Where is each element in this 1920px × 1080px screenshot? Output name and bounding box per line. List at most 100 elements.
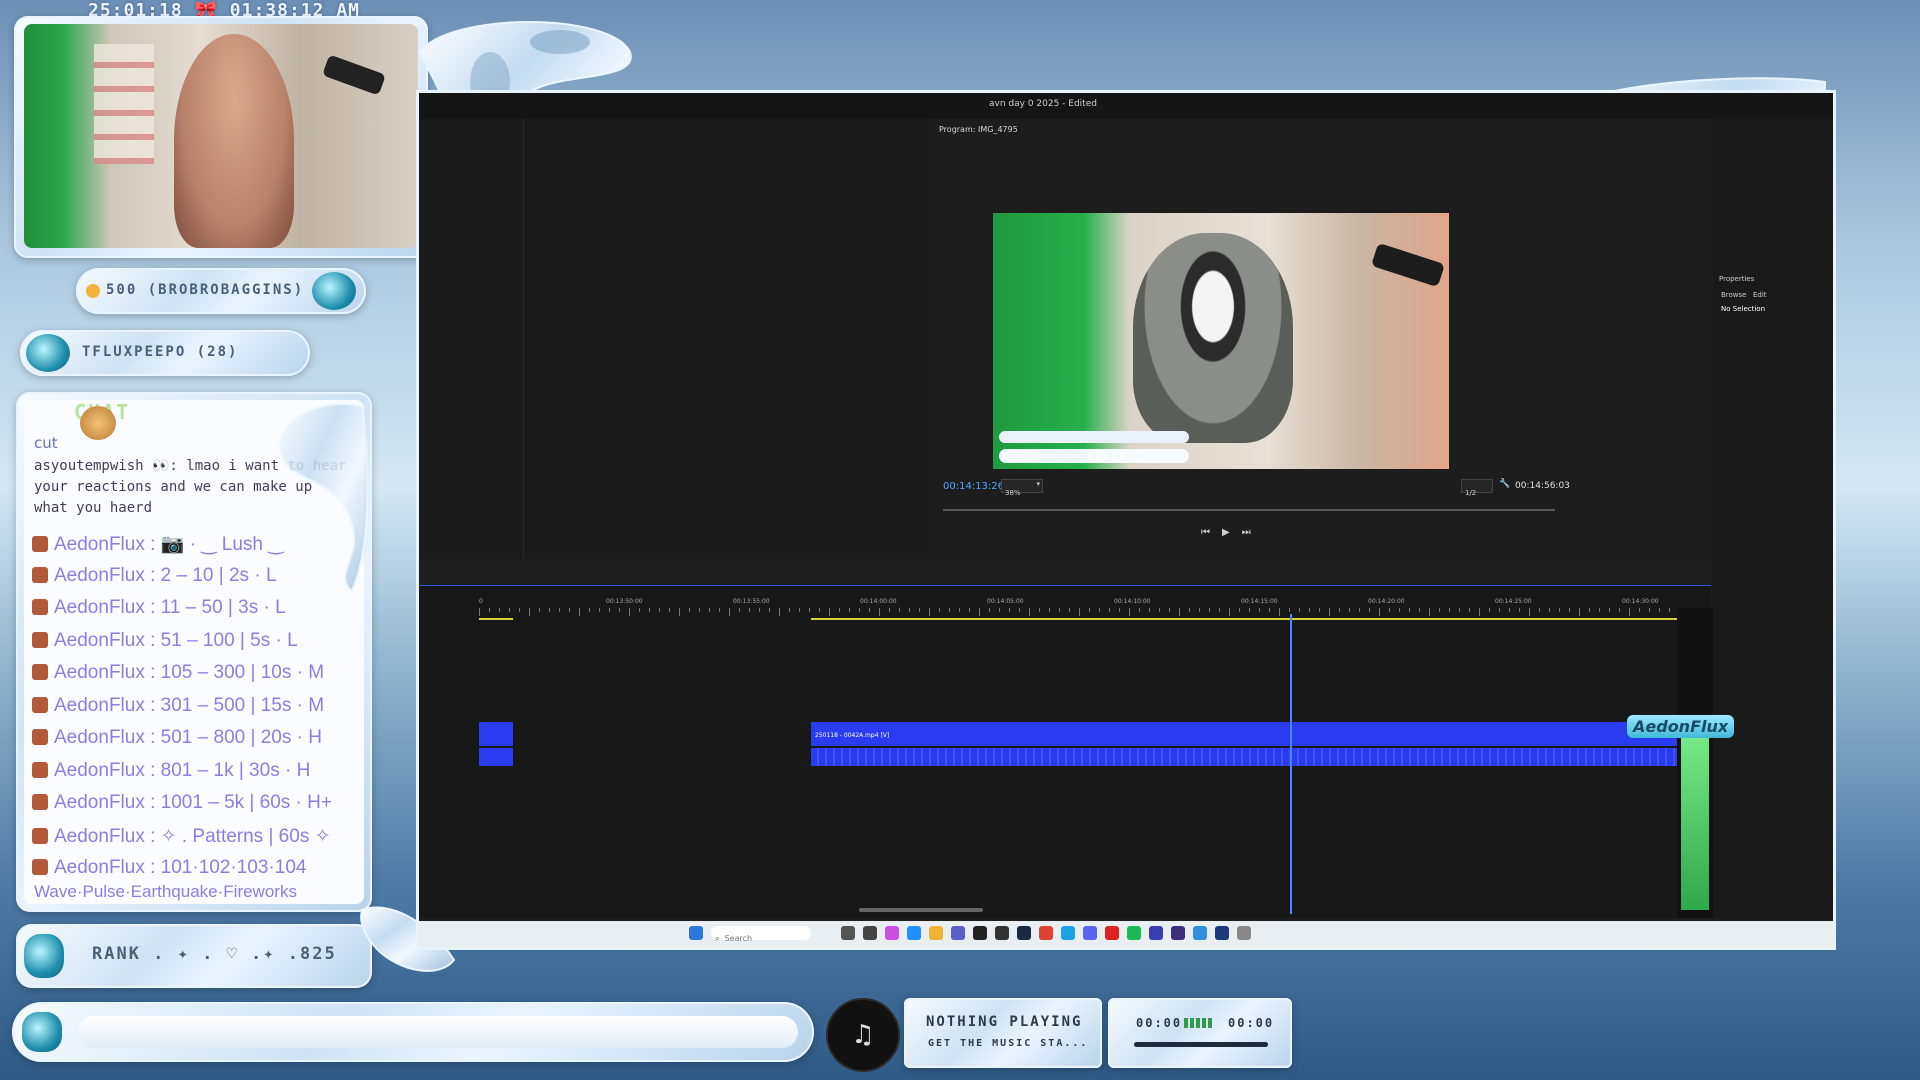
chat-command-line: AedonFlux : 301 – 500 | 15s · M	[32, 695, 324, 717]
audio-clip[interactable]	[479, 748, 513, 766]
opera-icon[interactable]	[1105, 926, 1119, 940]
ruler-tick	[639, 608, 640, 612]
tab-browse[interactable]: Browse	[1721, 291, 1747, 299]
timeline-panel[interactable]: 0 00:13:50:00 00:13:55:00 00:14:00:00 00:14:…	[419, 585, 1711, 918]
meter-fill	[1681, 720, 1709, 910]
ruler-tick	[1019, 608, 1020, 612]
steam-icon[interactable]	[1017, 926, 1031, 940]
chat-command-line: AedonFlux : 📷 · ‿ Lush ‿	[32, 532, 284, 556]
work-area-bar	[479, 618, 513, 620]
work-area-bar	[811, 618, 1689, 620]
zoom-select[interactable]: 38% ▾	[1001, 479, 1043, 497]
remote-icon[interactable]	[1193, 926, 1207, 940]
spotify-icon[interactable]	[1127, 926, 1141, 940]
program-scrubber[interactable]	[943, 509, 1555, 511]
premiere-icon[interactable]	[1149, 926, 1163, 940]
ruler-label: 00:13:50:00	[606, 598, 643, 605]
chat-command-line: AedonFlux : 1001 – 5k | 60s · H+	[32, 792, 332, 814]
chat-command-text: AedonFlux : 301 – 500 | 15s · M	[54, 694, 325, 716]
chat-command-line: AedonFlux : 51 – 100 | 5s · L	[32, 630, 298, 652]
chrome-icon[interactable]	[1039, 926, 1053, 940]
ruler-tick	[1069, 608, 1070, 612]
obs-icon[interactable]	[973, 926, 987, 940]
aftereffects-icon[interactable]	[1171, 926, 1185, 940]
step-back-icon[interactable]: ⏮	[1201, 527, 1222, 538]
ruler-tick	[1169, 608, 1170, 612]
ruler-tick	[569, 608, 570, 612]
ruler-tick	[979, 608, 980, 616]
video-clip[interactable]	[479, 722, 513, 746]
ruler-tick	[709, 608, 710, 612]
wrench-icon[interactable]: 🔧	[1499, 479, 1510, 489]
ruler-tick	[959, 608, 960, 612]
ruler-label: 00:14:20:00	[1368, 598, 1405, 605]
alert-bar-sub: TFLUXPEEPO (28)	[20, 330, 310, 376]
taskview-icon[interactable]	[863, 926, 877, 940]
avatar	[32, 859, 48, 875]
ruler-tick	[1149, 608, 1150, 612]
ps-icon[interactable]	[1215, 926, 1229, 940]
discord-icon[interactable]	[1083, 926, 1097, 940]
ruler-tick	[1129, 608, 1130, 616]
ruler-tick	[799, 608, 800, 612]
ruler-tick	[1389, 608, 1390, 612]
quality-select[interactable]: 1/2	[1461, 479, 1493, 497]
transport-controls: ⏮▶⏭	[1201, 527, 1263, 538]
ruler-label: 00:13:55:00	[733, 598, 770, 605]
audio-clip-main[interactable]	[811, 748, 1689, 766]
program-monitor[interactable]: Program: IMG_4795 00:14:13:26 38% ▾ 1/2 …	[931, 119, 1711, 559]
ruler-tick	[519, 608, 520, 612]
copilot-icon[interactable]	[885, 926, 899, 940]
source-panel[interactable]	[419, 119, 929, 559]
ruler-tick	[529, 608, 530, 616]
ruler-tick	[1619, 608, 1620, 612]
tab-edit[interactable]: Edit	[1753, 291, 1767, 299]
taskbar-search[interactable]: ⌕ Search	[711, 926, 811, 943]
step-forward-icon[interactable]: ⏭	[1242, 527, 1263, 538]
ruler-tick	[649, 608, 650, 612]
timeline-ruler[interactable]: 0 00:13:50:00 00:13:55:00 00:14:00:00 00:14:…	[479, 586, 1689, 618]
ruler-tick	[999, 608, 1000, 612]
chat-wing-decoration	[279, 403, 369, 593]
avatar	[32, 566, 48, 583]
ruler-tick	[1049, 608, 1050, 612]
chat-panel: CHAT cut asyoutempwish 👀: lmao i want to…	[16, 392, 372, 912]
clip-label: 250118 - 0042A.mp4 [V]	[815, 732, 890, 739]
store-icon[interactable]	[907, 926, 921, 940]
ruler-tick	[739, 608, 740, 612]
ruler-tick	[1659, 608, 1660, 612]
ruler-tick	[759, 608, 760, 612]
audio-meter	[1677, 608, 1713, 918]
ruler-tick	[969, 608, 970, 612]
ruler-tick	[1409, 608, 1410, 612]
avatar	[32, 664, 48, 680]
crystal-icon	[24, 934, 64, 978]
timeline-scrollbar[interactable]	[859, 908, 983, 912]
notion-icon[interactable]	[995, 926, 1009, 940]
ruler-tick	[1599, 608, 1600, 612]
timecode-duration: 00:14:56:03	[1515, 481, 1570, 491]
webcam-subject	[174, 34, 294, 248]
play-icon[interactable]: ▶	[1222, 527, 1242, 538]
editor-window-title: avn day 0 2025 - Edited	[989, 99, 1097, 109]
ruler-tick	[1119, 608, 1120, 612]
progress-track	[78, 1016, 798, 1048]
ruler-tick	[1229, 608, 1230, 616]
windows-icon[interactable]	[689, 926, 703, 940]
ruler-tick	[779, 608, 780, 616]
ruler-tick	[879, 608, 880, 616]
program-tab[interactable]: Program: IMG_4795	[939, 125, 1018, 134]
ruler-tick	[589, 608, 590, 612]
widgets-icon[interactable]	[841, 926, 855, 940]
timeline-playhead[interactable]	[1289, 614, 1292, 914]
timecode-current[interactable]: 00:14:13:26	[943, 481, 1004, 492]
files-icon[interactable]	[929, 926, 943, 940]
ruler-tick	[1559, 608, 1560, 612]
ruler-tick	[1669, 608, 1670, 612]
ruler-tick	[1399, 608, 1400, 612]
calc-icon[interactable]	[1237, 926, 1251, 940]
skype-icon[interactable]	[1061, 926, 1075, 940]
editor-titlebar: avn day 0 2025 - Edited	[419, 93, 1833, 119]
video-clip-main[interactable]: 250118 - 0042A.mp4 [V]	[811, 722, 1689, 746]
teams-icon[interactable]	[951, 926, 965, 940]
